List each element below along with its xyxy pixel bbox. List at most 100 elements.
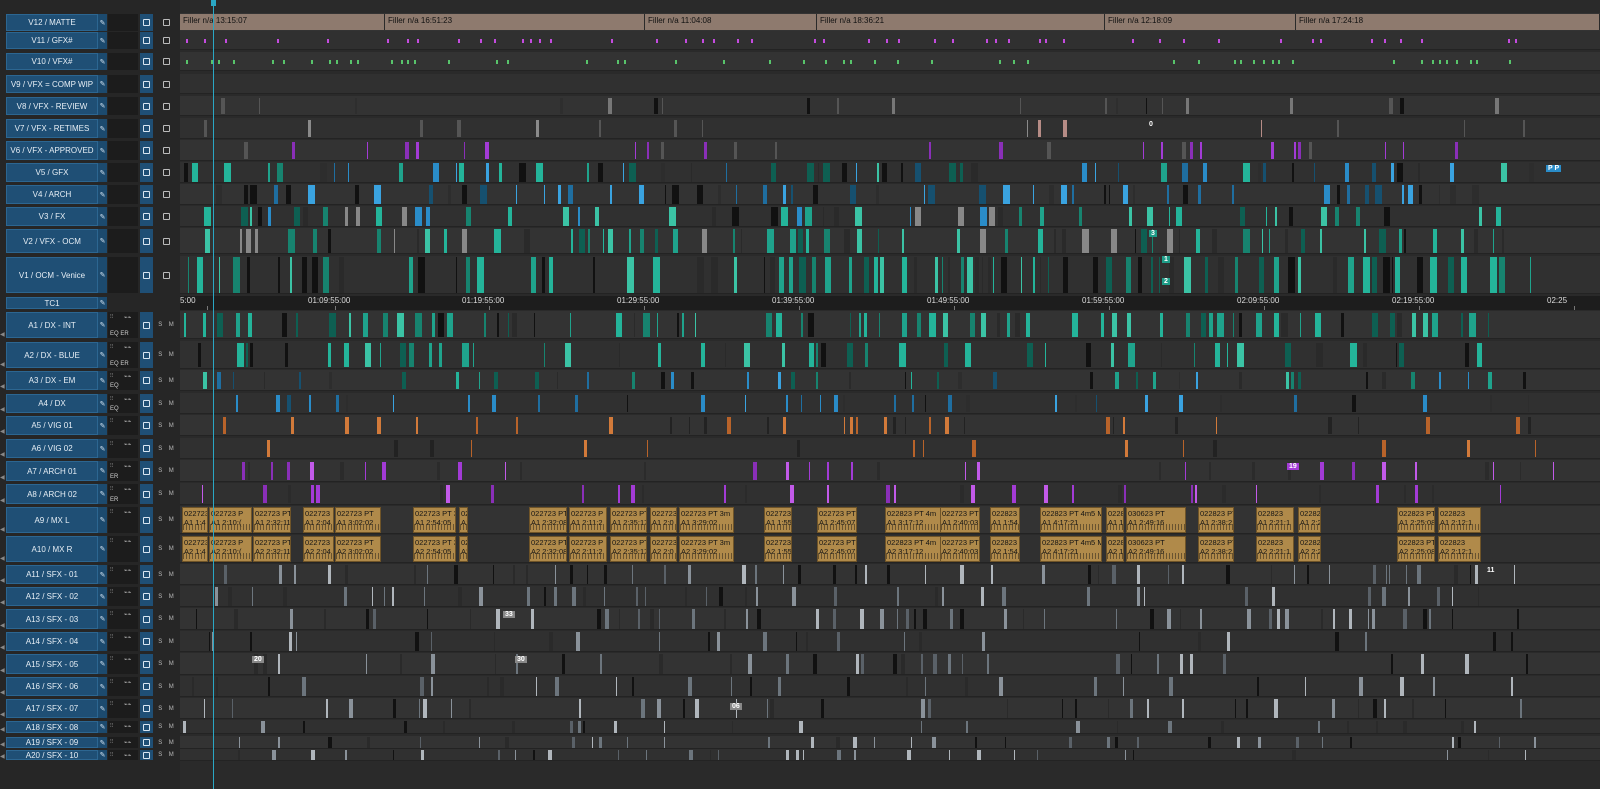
waveform-icon[interactable]: ⫶⫶ (110, 463, 113, 470)
clip-marker[interactable] (886, 38, 888, 43)
clip[interactable] (834, 207, 839, 226)
clip[interactable] (1180, 654, 1183, 674)
volume-icon[interactable]: ⌁⌁ (124, 701, 131, 708)
clip[interactable] (268, 207, 271, 226)
clip[interactable] (688, 565, 691, 584)
clip[interactable] (1417, 257, 1423, 293)
clip[interactable] (801, 395, 802, 412)
clip[interactable] (1005, 737, 1006, 748)
clip-marker[interactable] (1278, 59, 1280, 64)
clip[interactable] (366, 609, 369, 629)
clip-marker[interactable] (1173, 59, 1175, 64)
clip[interactable] (958, 372, 962, 389)
clip[interactable] (204, 207, 211, 226)
clip[interactable] (224, 163, 231, 182)
track-name[interactable]: V3 / FX (6, 207, 98, 226)
music-clip[interactable]: 022823 PT A1 2:25:08 (1397, 507, 1435, 533)
clip[interactable] (1296, 737, 1299, 748)
track-controls[interactable]: ⫶⫶ ⌁⌁ (108, 536, 138, 562)
clip[interactable] (420, 120, 423, 137)
sync-lock-icon[interactable] (156, 97, 176, 115)
clip[interactable] (374, 185, 381, 204)
clip[interactable] (921, 699, 925, 718)
clip-marker[interactable] (458, 38, 460, 43)
clip-marker[interactable] (1476, 59, 1478, 64)
clip[interactable] (756, 587, 758, 606)
clip[interactable] (781, 207, 788, 226)
clip[interactable] (323, 207, 328, 226)
waveform-icon[interactable]: ⫶⫶ (110, 611, 113, 618)
clip[interactable] (604, 587, 605, 606)
clip[interactable] (1256, 485, 1257, 503)
clip[interactable] (282, 313, 287, 337)
waveform-icon[interactable]: ⫶⫶ (110, 418, 113, 425)
clip[interactable] (827, 485, 829, 503)
audio-lane[interactable] (180, 393, 1600, 414)
music-clip[interactable]: 022823 PT 4m5 M A1 4:17:21 (1040, 507, 1102, 533)
audio-track-header[interactable]: A6 / VIG 02 ✎ ⫶⫶ ⌁⌁ S M ◀ (0, 438, 180, 459)
monitor-toggle-icon[interactable] (140, 75, 153, 93)
audio-lane[interactable]: 022723 A1 1:4 022723 P A1 2:10:(022723 PT A1… (180, 506, 1600, 534)
clip[interactable] (911, 372, 912, 389)
track-name[interactable]: V10 / VFX# (6, 53, 98, 70)
clip[interactable] (244, 142, 248, 159)
clip[interactable] (1269, 229, 1270, 253)
clip[interactable] (471, 440, 472, 457)
speaker-icon[interactable]: ◀ (0, 644, 5, 651)
monitor-toggle-icon[interactable] (140, 587, 153, 606)
clip[interactable] (897, 587, 899, 606)
clip-marker[interactable] (1008, 38, 1010, 43)
clip[interactable] (1488, 313, 1489, 337)
clip[interactable] (1095, 163, 1096, 182)
timecode-ruler[interactable]: 5:00 01:09:55:00 01:19:55:00 01:29:55:00 01:… (180, 296, 1600, 310)
clip[interactable] (894, 395, 896, 412)
clip[interactable] (1014, 750, 1015, 760)
clip[interactable] (821, 343, 826, 367)
audio-lane[interactable]: 022723 A2 1:4 022723 P A2 2:10:(022723 PT A2… (180, 535, 1600, 563)
clip[interactable] (1472, 185, 1479, 204)
monitor-toggle-icon[interactable] (140, 677, 153, 696)
clip-marker[interactable] (550, 38, 552, 43)
track-controls[interactable]: ⫶⫶ ⌁⌁ ER (108, 484, 138, 504)
clip[interactable] (878, 229, 879, 253)
clip[interactable] (1216, 417, 1217, 434)
clip[interactable] (204, 120, 207, 137)
volume-icon[interactable]: ⌁⌁ (124, 611, 131, 618)
clip[interactable] (1433, 229, 1437, 253)
music-clip[interactable]: 022723 A2 1:4 (182, 536, 208, 562)
monitor-toggle-icon[interactable] (140, 141, 153, 160)
clip[interactable] (980, 229, 986, 253)
clip[interactable] (669, 207, 676, 226)
clip[interactable] (205, 229, 210, 253)
solo-button[interactable]: S (158, 446, 162, 452)
track-controls[interactable]: ⫶⫶ ⌁⌁ (108, 507, 138, 533)
clip[interactable] (458, 587, 462, 606)
clip[interactable] (1335, 632, 1339, 651)
clip[interactable] (367, 142, 368, 159)
clip[interactable] (1517, 609, 1519, 629)
clip[interactable] (1086, 343, 1091, 367)
clip[interactable] (757, 609, 761, 629)
clip[interactable] (345, 565, 348, 584)
clip[interactable] (623, 163, 624, 182)
audio-lane[interactable] (180, 438, 1600, 459)
video-track-header[interactable]: V7 / VFX - RETIMES ✎ (0, 118, 180, 139)
clip[interactable] (268, 163, 270, 182)
clip[interactable] (1090, 372, 1093, 389)
clip[interactable] (416, 417, 418, 434)
clip[interactable] (935, 587, 938, 606)
clip[interactable] (588, 229, 590, 253)
clip[interactable] (456, 163, 457, 182)
clip[interactable] (259, 98, 260, 114)
clip[interactable] (1432, 313, 1438, 337)
clip[interactable] (1421, 654, 1424, 674)
clip[interactable] (1218, 257, 1224, 293)
clip[interactable] (856, 654, 859, 674)
audio-lane[interactable] (180, 736, 1600, 749)
clip[interactable] (635, 142, 636, 159)
clip[interactable] (456, 257, 457, 293)
mute-button[interactable]: M (169, 491, 174, 497)
clip[interactable] (877, 163, 879, 182)
pencil-icon[interactable]: ✎ (98, 97, 107, 115)
clip[interactable] (811, 737, 814, 748)
